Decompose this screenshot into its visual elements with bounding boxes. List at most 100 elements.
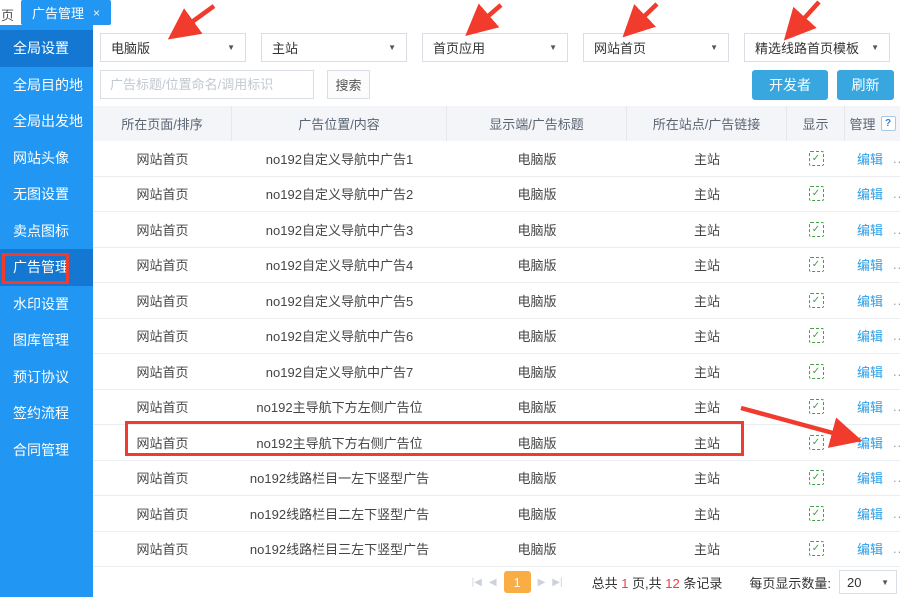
visible-checkbox[interactable]: ✓ — [809, 435, 824, 450]
sidebar-item-8[interactable]: 图库管理 — [0, 322, 93, 359]
cell-site: 主站 — [627, 390, 787, 425]
chevron-down-icon: ▼ — [388, 43, 396, 52]
visible-checkbox[interactable]: ✓ — [809, 541, 824, 556]
last-page-icon[interactable]: ▶| — [552, 577, 562, 588]
edit-link[interactable]: 编辑 — [857, 149, 883, 168]
cell-terminal: 电脑版 — [447, 177, 627, 212]
sidebar-item-10[interactable]: 签约流程 — [0, 395, 93, 432]
sidebar-item-9[interactable]: 预订协议 — [0, 359, 93, 396]
cell-page: 网站首页 — [93, 461, 232, 496]
more-actions[interactable]: .. — [893, 257, 900, 272]
cell-site: 主站 — [627, 496, 787, 531]
visible-checkbox[interactable]: ✓ — [809, 328, 824, 343]
visible-checkbox[interactable]: ✓ — [809, 399, 824, 414]
refresh-button[interactable]: 刷新 — [837, 70, 894, 100]
help-icon[interactable]: ? — [881, 116, 896, 131]
edit-link[interactable]: 编辑 — [857, 504, 883, 523]
cell-visible: ✓ — [787, 354, 845, 389]
cell-visible: ✓ — [787, 496, 845, 531]
search-button[interactable]: 搜索 — [327, 70, 370, 99]
filter-select-5[interactable]: 精选线路首页模板▼ — [744, 33, 890, 62]
edit-link[interactable]: 编辑 — [857, 220, 883, 239]
filter-select-4[interactable]: 网站首页▼ — [583, 33, 729, 62]
sidebar-item-1[interactable]: 全局目的地 — [0, 67, 93, 104]
cell-page: 网站首页 — [93, 390, 232, 425]
chevron-down-icon: ▼ — [227, 43, 235, 52]
close-icon[interactable]: × — [93, 6, 100, 20]
edit-link[interactable]: 编辑 — [857, 539, 883, 558]
sidebar-item-4[interactable]: 无图设置 — [0, 176, 93, 213]
tab-ad-management[interactable]: 广告管理 × — [21, 0, 111, 25]
per-page-select[interactable]: 20 ▼ — [839, 570, 897, 594]
more-actions[interactable]: .. — [893, 435, 900, 450]
table-row: 网站首页no192主导航下方左侧广告位电脑版主站✓编辑.. — [93, 390, 900, 426]
filter-select-1[interactable]: 电脑版▼ — [100, 33, 246, 62]
sidebar-item-3[interactable]: 网站头像 — [0, 140, 93, 177]
visible-checkbox[interactable]: ✓ — [809, 364, 824, 379]
cell-site: 主站 — [627, 212, 787, 247]
sidebar-item-5[interactable]: 卖点图标 — [0, 213, 93, 250]
visible-checkbox[interactable]: ✓ — [809, 293, 824, 308]
cell-position: no192主导航下方左侧广告位 — [232, 390, 447, 425]
prev-page-icon[interactable]: ◀ — [489, 577, 497, 588]
edit-link[interactable]: 编辑 — [857, 291, 883, 310]
visible-checkbox[interactable]: ✓ — [809, 186, 824, 201]
chevron-down-icon: ▼ — [710, 43, 718, 52]
header-manage: 管理 ? — [845, 106, 900, 141]
search-input[interactable] — [100, 70, 314, 99]
filter-select-value: 首页应用 — [433, 38, 485, 57]
cell-site: 主站 — [627, 248, 787, 283]
edit-link[interactable]: 编辑 — [857, 326, 883, 345]
cell-terminal: 电脑版 — [447, 283, 627, 318]
tab-bar: 页 广告管理 × — [0, 0, 900, 25]
edit-link[interactable]: 编辑 — [857, 184, 883, 203]
cell-terminal: 电脑版 — [447, 532, 627, 567]
tab-partial[interactable]: 页 — [1, 5, 14, 24]
table-row: 网站首页no192自定义导航中广告6电脑版主站✓编辑.. — [93, 319, 900, 355]
developer-button[interactable]: 开发者 — [752, 70, 828, 100]
visible-checkbox[interactable]: ✓ — [809, 222, 824, 237]
visible-checkbox[interactable]: ✓ — [809, 470, 824, 485]
sidebar-item-6[interactable]: 广告管理 — [0, 249, 93, 286]
more-actions[interactable]: .. — [893, 151, 900, 166]
cell-visible: ✓ — [787, 425, 845, 460]
table-row: 网站首页no192线路栏目二左下竖型广告电脑版主站✓编辑.. — [93, 496, 900, 532]
edit-link[interactable]: 编辑 — [857, 362, 883, 381]
cell-visible: ✓ — [787, 461, 845, 496]
more-actions[interactable]: .. — [893, 470, 900, 485]
more-actions[interactable]: .. — [893, 399, 900, 414]
cell-site: 主站 — [627, 461, 787, 496]
more-actions[interactable]: .. — [893, 328, 900, 343]
filter-select-2[interactable]: 主站▼ — [261, 33, 407, 62]
more-actions[interactable]: .. — [893, 364, 900, 379]
more-actions[interactable]: .. — [893, 186, 900, 201]
sidebar-item-2[interactable]: 全局出发地 — [0, 103, 93, 140]
edit-link[interactable]: 编辑 — [857, 397, 883, 416]
cell-manage: 编辑.. — [845, 496, 900, 531]
more-actions[interactable]: .. — [893, 506, 900, 521]
filter-select-3[interactable]: 首页应用▼ — [422, 33, 568, 62]
visible-checkbox[interactable]: ✓ — [809, 257, 824, 272]
cell-site: 主站 — [627, 283, 787, 318]
table-row: 网站首页no192主导航下方右侧广告位电脑版主站✓编辑.. — [93, 425, 900, 461]
sidebar-item-11[interactable]: 合同管理 — [0, 432, 93, 469]
visible-checkbox[interactable]: ✓ — [809, 506, 824, 521]
sidebar-item-0[interactable]: 全局设置 — [0, 30, 93, 67]
table-row: 网站首页no192线路栏目一左下竖型广告电脑版主站✓编辑.. — [93, 461, 900, 497]
visible-checkbox[interactable]: ✓ — [809, 151, 824, 166]
more-actions[interactable]: .. — [893, 293, 900, 308]
cell-position: no192自定义导航中广告4 — [232, 248, 447, 283]
edit-link[interactable]: 编辑 — [857, 255, 883, 274]
edit-link[interactable]: 编辑 — [857, 468, 883, 487]
next-page-icon[interactable]: ▶ — [538, 577, 546, 588]
cell-site: 主站 — [627, 532, 787, 567]
edit-link[interactable]: 编辑 — [857, 433, 883, 452]
chevron-down-icon: ▼ — [881, 578, 889, 587]
current-page[interactable]: 1 — [504, 571, 531, 593]
more-actions[interactable]: .. — [893, 222, 900, 237]
cell-position: no192自定义导航中广告1 — [232, 141, 447, 176]
more-actions[interactable]: .. — [893, 541, 900, 556]
first-page-icon[interactable]: |◀ — [472, 577, 482, 588]
cell-position: no192线路栏目三左下竖型广告 — [232, 532, 447, 567]
sidebar-item-7[interactable]: 水印设置 — [0, 286, 93, 323]
